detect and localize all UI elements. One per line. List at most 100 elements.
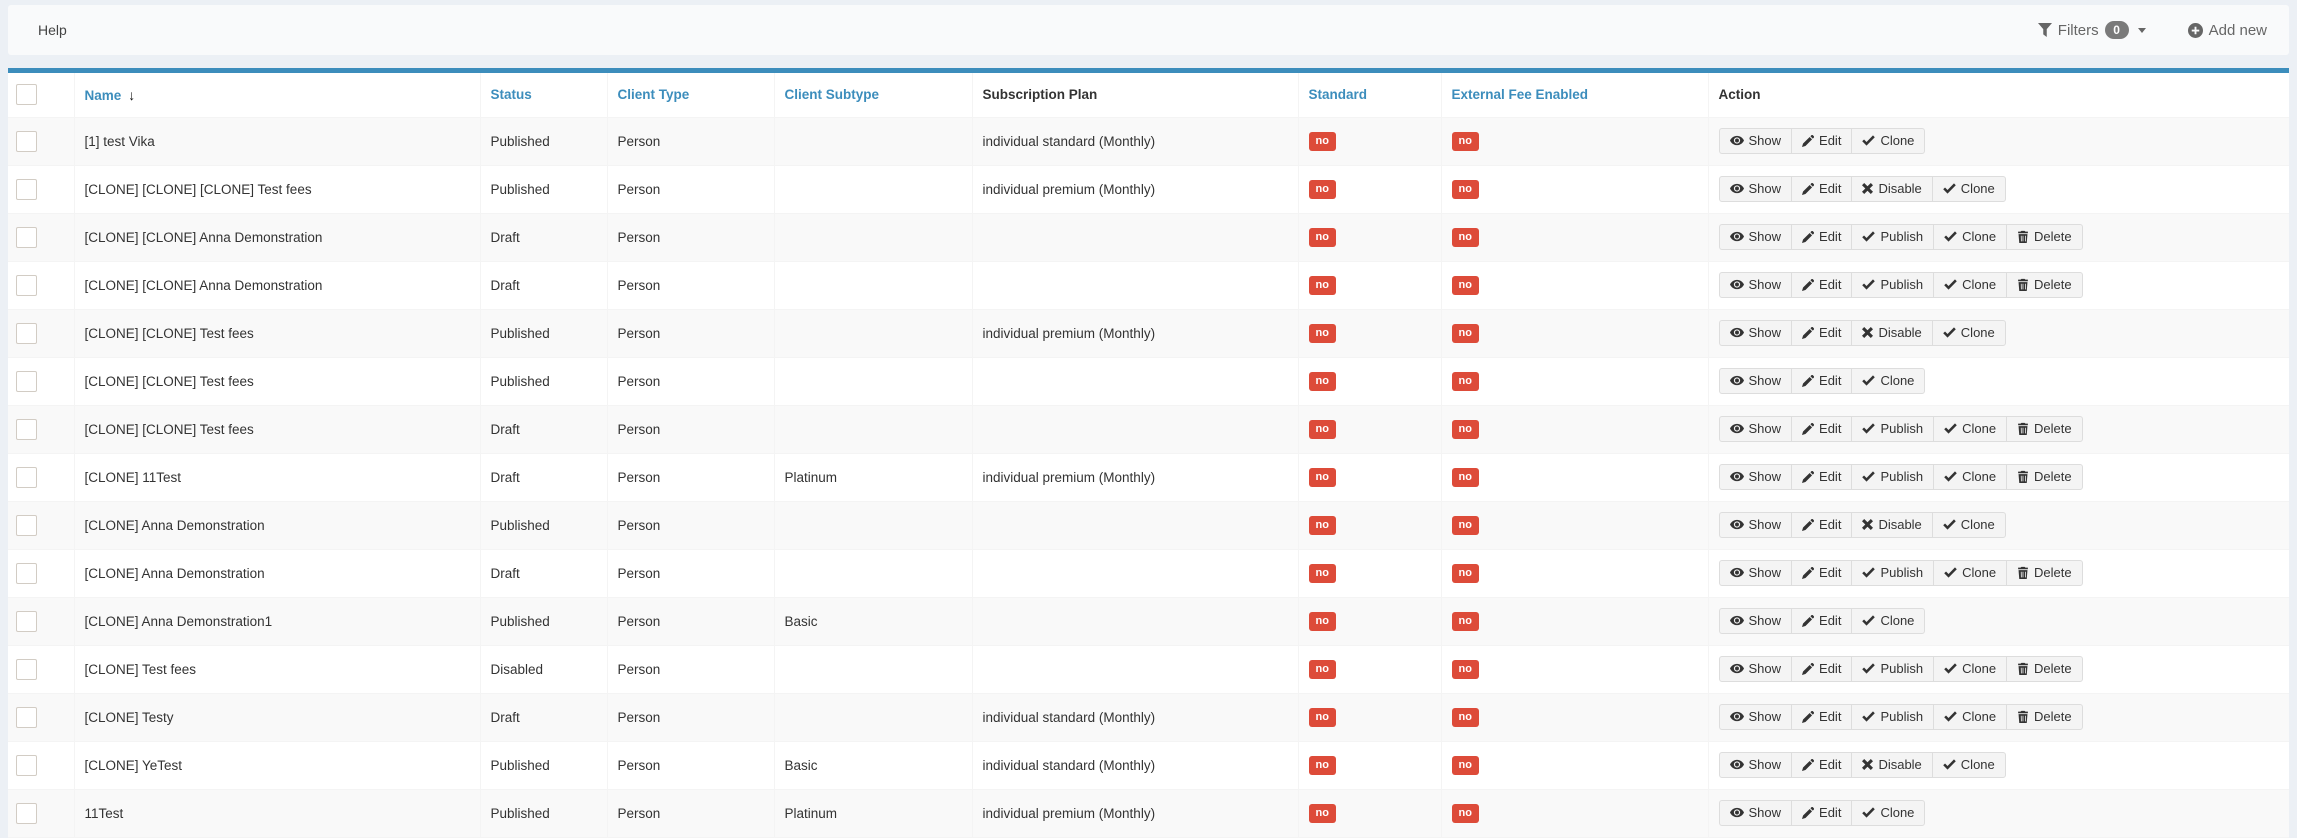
row-checkbox[interactable]	[16, 563, 37, 584]
client-type-sort-link[interactable]: Client Type	[618, 87, 690, 102]
action-button-label: Publish	[1880, 565, 1923, 582]
clone-button[interactable]: Clone	[1851, 800, 1925, 827]
clone-button[interactable]: Clone	[1933, 560, 2007, 587]
show-button[interactable]: Show	[1719, 704, 1793, 731]
show-button[interactable]: Show	[1719, 752, 1793, 779]
show-button[interactable]: Show	[1719, 656, 1793, 683]
row-checkbox[interactable]	[16, 419, 37, 440]
disable-button[interactable]: Disable	[1851, 512, 1932, 539]
row-checkbox[interactable]	[16, 467, 37, 488]
row-checkbox[interactable]	[16, 371, 37, 392]
edit-button[interactable]: Edit	[1791, 176, 1852, 203]
row-checkbox[interactable]	[16, 659, 37, 680]
edit-button[interactable]: Edit	[1791, 272, 1852, 299]
edit-button[interactable]: Edit	[1791, 608, 1852, 635]
publish-button[interactable]: Publish	[1851, 704, 1934, 731]
action-button-label: Show	[1749, 613, 1782, 630]
client-subtype-cell	[774, 261, 972, 309]
show-button[interactable]: Show	[1719, 368, 1793, 395]
row-checkbox[interactable]	[16, 803, 37, 824]
row-checkbox[interactable]	[16, 227, 37, 248]
delete-button[interactable]: Delete	[2006, 656, 2083, 683]
row-checkbox[interactable]	[16, 179, 37, 200]
delete-button[interactable]: Delete	[2006, 464, 2083, 491]
edit-button[interactable]: Edit	[1791, 512, 1852, 539]
edit-button[interactable]: Edit	[1791, 752, 1852, 779]
show-button[interactable]: Show	[1719, 416, 1793, 443]
row-checkbox[interactable]	[16, 755, 37, 776]
edit-button[interactable]: Edit	[1791, 368, 1852, 395]
clone-button[interactable]: Clone	[1933, 272, 2007, 299]
clone-button[interactable]: Clone	[1851, 368, 1925, 395]
show-button[interactable]: Show	[1719, 176, 1793, 203]
disable-button[interactable]: Disable	[1851, 320, 1932, 347]
edit-button[interactable]: Edit	[1791, 704, 1852, 731]
external-fee-sort-link[interactable]: External Fee Enabled	[1452, 87, 1589, 102]
row-checkbox[interactable]	[16, 131, 37, 152]
status-cell: Draft	[480, 453, 607, 501]
row-checkbox[interactable]	[16, 707, 37, 728]
clone-button[interactable]: Clone	[1933, 416, 2007, 443]
show-button[interactable]: Show	[1719, 224, 1793, 251]
clone-button[interactable]: Clone	[1932, 752, 2006, 779]
clone-button[interactable]: Clone	[1933, 224, 2007, 251]
row-checkbox[interactable]	[16, 323, 37, 344]
action-button-label: Disable	[1878, 181, 1921, 198]
edit-button[interactable]: Edit	[1791, 560, 1852, 587]
subscription-plan-cell: individual premium (Monthly)	[972, 453, 1298, 501]
edit-button[interactable]: Edit	[1791, 128, 1852, 155]
standard-sort-link[interactable]: Standard	[1309, 87, 1368, 102]
show-button[interactable]: Show	[1719, 128, 1793, 155]
delete-button[interactable]: Delete	[2006, 416, 2083, 443]
action-button-label: Show	[1749, 805, 1782, 822]
clone-button[interactable]: Clone	[1933, 704, 2007, 731]
disable-button[interactable]: Disable	[1851, 176, 1932, 203]
edit-button[interactable]: Edit	[1791, 800, 1852, 827]
delete-button[interactable]: Delete	[2006, 224, 2083, 251]
show-button[interactable]: Show	[1719, 464, 1793, 491]
clone-button[interactable]: Clone	[1932, 320, 2006, 347]
filters-dropdown[interactable]: Filters 0	[2038, 21, 2146, 39]
row-checkbox[interactable]	[16, 275, 37, 296]
publish-button[interactable]: Publish	[1851, 272, 1934, 299]
edit-button[interactable]: Edit	[1791, 320, 1852, 347]
clone-button[interactable]: Clone	[1851, 608, 1925, 635]
action-button-group: ShowEditPublishCloneDelete	[1719, 704, 2083, 731]
show-button[interactable]: Show	[1719, 320, 1793, 347]
delete-button[interactable]: Delete	[2006, 560, 2083, 587]
publish-button[interactable]: Publish	[1851, 416, 1934, 443]
action-button-label: Edit	[1819, 373, 1841, 390]
edit-button[interactable]: Edit	[1791, 656, 1852, 683]
client-subtype-sort-link[interactable]: Client Subtype	[785, 87, 880, 102]
add-new-button[interactable]: Add new	[2188, 22, 2267, 39]
publish-button[interactable]: Publish	[1851, 560, 1934, 587]
client-type-cell: Person	[607, 309, 774, 357]
show-button[interactable]: Show	[1719, 800, 1793, 827]
help-link[interactable]: Help	[38, 22, 67, 38]
delete-button[interactable]: Delete	[2006, 272, 2083, 299]
publish-button[interactable]: Publish	[1851, 656, 1934, 683]
action-button-label: Edit	[1819, 757, 1841, 774]
show-button[interactable]: Show	[1719, 272, 1793, 299]
publish-button[interactable]: Publish	[1851, 224, 1934, 251]
clone-button[interactable]: Clone	[1932, 512, 2006, 539]
show-button[interactable]: Show	[1719, 512, 1793, 539]
clone-button[interactable]: Clone	[1932, 176, 2006, 203]
publish-button[interactable]: Publish	[1851, 464, 1934, 491]
clone-button[interactable]: Clone	[1933, 464, 2007, 491]
show-button[interactable]: Show	[1719, 560, 1793, 587]
show-button[interactable]: Show	[1719, 608, 1793, 635]
select-all-checkbox[interactable]	[16, 84, 37, 105]
row-checkbox[interactable]	[16, 611, 37, 632]
edit-button[interactable]: Edit	[1791, 224, 1852, 251]
delete-button[interactable]: Delete	[2006, 704, 2083, 731]
status-sort-link[interactable]: Status	[491, 87, 532, 102]
edit-button[interactable]: Edit	[1791, 416, 1852, 443]
clone-button[interactable]: Clone	[1851, 128, 1925, 155]
disable-button[interactable]: Disable	[1851, 752, 1932, 779]
row-checkbox[interactable]	[16, 515, 37, 536]
clone-button[interactable]: Clone	[1933, 656, 2007, 683]
data-table: Name↓ Status Client Type Client Subtype …	[8, 73, 2289, 838]
name-sort-link[interactable]: Name↓	[85, 88, 136, 103]
edit-button[interactable]: Edit	[1791, 464, 1852, 491]
